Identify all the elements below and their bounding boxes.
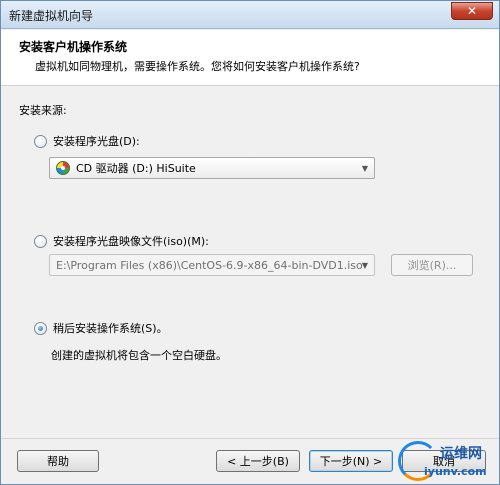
back-button-label: < 上一步(B) bbox=[227, 455, 289, 468]
help-button[interactable]: 帮助 bbox=[17, 450, 99, 472]
chevron-down-icon[interactable]: ▼ bbox=[356, 255, 374, 275]
radio-disc-label: 安装程序光盘(D): bbox=[53, 135, 140, 148]
page-description: 虚拟机如同物理机，需要操作系统。您将如何安装客户机操作系统? bbox=[35, 60, 360, 73]
watermark-name: 运维网 bbox=[440, 446, 482, 462]
help-button-label: 帮助 bbox=[47, 455, 69, 468]
install-source-label: 安装来源: bbox=[19, 104, 67, 117]
disc-drive-dropdown[interactable]: CD 驱动器 (D:) HiSuite ▼ bbox=[49, 157, 375, 179]
back-button[interactable]: < 上一步(B) bbox=[216, 450, 300, 472]
install-later-description: 创建的虚拟机将包含一个空白硬盘。 bbox=[51, 349, 227, 362]
next-button[interactable]: 下一步(N) > bbox=[309, 450, 393, 472]
page-title: 安装客户机操作系统 bbox=[19, 40, 128, 54]
close-icon: ✕ bbox=[466, 4, 478, 18]
radio-iso-label: 安装程序光盘映像文件(iso)(M): bbox=[53, 235, 209, 248]
disc-drive-value: CD 驱动器 (D:) HiSuite bbox=[76, 162, 196, 175]
wizard-header: 安装客户机操作系统 虚拟机如同物理机，需要操作系统。您将如何安装客户机操作系统? bbox=[1, 30, 499, 86]
radio-later[interactable] bbox=[34, 321, 47, 335]
window-title: 新建虚拟机向导 bbox=[9, 9, 94, 23]
next-button-label: 下一步(N) > bbox=[319, 455, 383, 468]
wizard-window: 新建虚拟机向导 ✕ 安装客户机操作系统 虚拟机如同物理机，需要操作系统。您将如何… bbox=[0, 0, 500, 485]
watermark: 运维网 iyunv.com bbox=[396, 439, 496, 485]
radio-later-label: 稍后安装操作系统(S)。 bbox=[53, 322, 168, 335]
close-button[interactable]: ✕ bbox=[451, 2, 493, 20]
title-bar[interactable]: 新建虚拟机向导 ✕ bbox=[1, 1, 499, 29]
browse-button-label: 浏览(R)... bbox=[407, 259, 457, 272]
cd-drive-icon bbox=[56, 161, 70, 175]
iso-path-dropdown[interactable]: E:\Program Files (x86)\CentOS-6.9-x86_64… bbox=[49, 254, 375, 276]
watermark-url: iyunv.com bbox=[424, 465, 487, 478]
radio-disc-row[interactable]: 安装程序光盘(D): bbox=[34, 133, 140, 149]
radio-iso[interactable] bbox=[34, 234, 47, 248]
radio-iso-row[interactable]: 安装程序光盘映像文件(iso)(M): bbox=[34, 233, 209, 249]
radio-later-row[interactable]: 稍后安装操作系统(S)。 bbox=[34, 320, 168, 336]
radio-disc[interactable] bbox=[34, 134, 47, 148]
browse-button[interactable]: 浏览(R)... bbox=[391, 254, 473, 276]
chevron-down-icon[interactable]: ▼ bbox=[356, 158, 374, 178]
iso-path-value: E:\Program Files (x86)\CentOS-6.9-x86_64… bbox=[56, 258, 363, 272]
